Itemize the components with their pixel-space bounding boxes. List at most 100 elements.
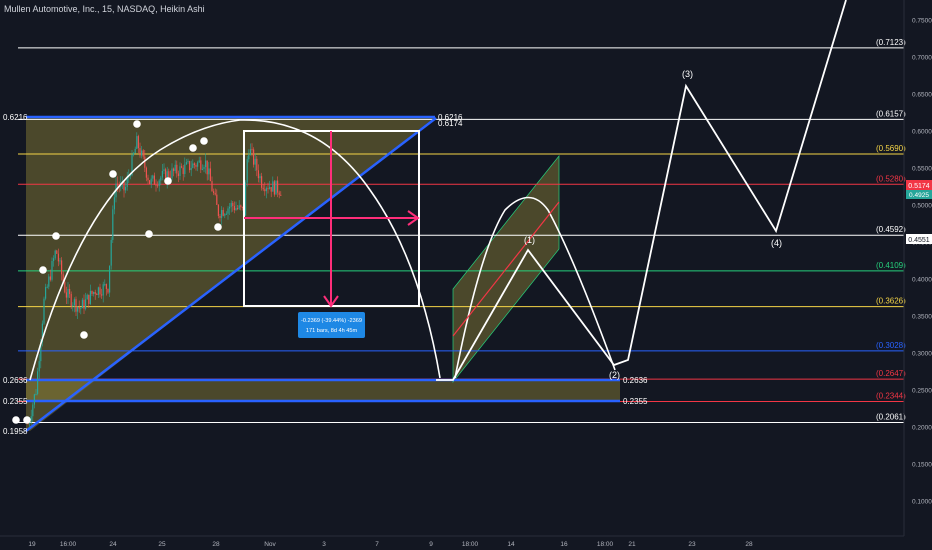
candle-body <box>86 294 88 300</box>
fib-label: (0.4109) <box>876 261 906 270</box>
measure-tooltip: -0.2369 (-39.44%) -2369 171 bars, 8d 4h … <box>298 312 365 338</box>
fib-labels: (0.7123) (0.6157) (0.5690) (0.5280) (0.4592)… <box>876 38 906 422</box>
candle-body <box>35 393 37 395</box>
candle-body <box>275 180 277 195</box>
candle-body <box>173 168 175 171</box>
time-tick: 9 <box>429 541 433 548</box>
candle-body <box>265 188 267 192</box>
target-label: 0.2636 <box>623 376 648 385</box>
wave-label-1: (1) <box>524 235 535 245</box>
fib-label: (0.5690) <box>876 144 906 153</box>
candle-body <box>43 298 45 324</box>
wave-label-3: (3) <box>682 69 693 79</box>
candle-body <box>32 404 34 417</box>
shaded-zones <box>26 117 620 431</box>
candle-body <box>177 173 179 177</box>
price-tick: 0.1500 <box>912 462 932 469</box>
candle-body <box>109 265 111 293</box>
candle-body <box>102 284 104 296</box>
wave-label-2: (2) <box>609 370 620 380</box>
candle-body <box>235 208 237 211</box>
measure-line-2: 171 bars, 8d 4h 45m <box>306 328 358 334</box>
price-tick: 0.7000 <box>912 55 932 62</box>
time-tick: 28 <box>212 541 220 548</box>
candle-body <box>137 136 139 149</box>
wave-dot <box>109 170 117 178</box>
candle-body <box>136 136 138 149</box>
time-tick: 19 <box>28 541 36 548</box>
price-tick: 0.4000 <box>912 277 932 284</box>
candle-body <box>97 287 99 295</box>
candle-body <box>81 299 83 309</box>
candle-body <box>222 210 224 216</box>
time-tick: 18:00 <box>462 541 479 548</box>
candle-body <box>259 176 261 179</box>
candle-body <box>49 276 51 280</box>
price-axis[interactable]: 0.7500 0.7000 0.6500 0.6000 0.5500 0.5000 0.45… <box>903 0 932 536</box>
candle-body <box>46 286 48 288</box>
fib-label: (0.2647) <box>876 369 906 378</box>
candle-body <box>67 288 69 298</box>
time-axis[interactable]: 19 16:00 24 25 28 Nov 3 7 9 18:00 14 16 18:00 21 23 28 <box>0 535 904 548</box>
candle-body <box>126 177 128 187</box>
candle-body <box>269 187 271 189</box>
candle-body <box>232 202 234 207</box>
candle-body <box>45 287 47 299</box>
candle-body <box>277 180 279 193</box>
candle-body <box>78 306 80 309</box>
current-price-sub-text: 0.4925 <box>909 192 929 199</box>
candle-body <box>88 294 90 304</box>
candle-body <box>261 176 263 188</box>
measure-line-1: -0.2369 (-39.44%) -2369 <box>301 318 362 324</box>
candle-body <box>150 178 152 185</box>
candle-body <box>225 213 227 215</box>
candle-body <box>229 206 231 209</box>
candle-body <box>248 155 250 160</box>
candle-body <box>72 305 74 307</box>
price-tick: 0.3000 <box>912 351 932 358</box>
chart-area[interactable]: Mullen Automotive, Inc., 15, NASDAQ, Hei… <box>0 0 932 550</box>
candle-body <box>254 158 256 165</box>
price-tick: 0.1000 <box>912 499 932 506</box>
candle-body <box>211 181 213 192</box>
time-tick: 16:00 <box>60 541 77 548</box>
wave-dot <box>189 144 197 152</box>
candle-body <box>56 250 58 254</box>
candle-body <box>262 187 264 190</box>
candle-body <box>59 260 61 262</box>
candle-body <box>123 181 125 191</box>
time-tick: 18:00 <box>597 541 614 548</box>
chart-canvas[interactable]: (0.7123) (0.6157) (0.5690) (0.5280) (0.4592)… <box>0 0 932 550</box>
price-tick: 0.2000 <box>912 425 932 432</box>
time-tick: Nov <box>264 541 276 548</box>
candle-body <box>272 181 274 192</box>
wave-dot <box>23 416 31 424</box>
candle-body <box>94 291 96 295</box>
candle-body <box>145 167 147 178</box>
candle-body <box>133 153 135 155</box>
price-tick: 0.5000 <box>912 203 932 210</box>
candle-body <box>213 191 215 193</box>
candle-body <box>139 148 141 156</box>
candle-body <box>80 308 82 310</box>
time-tick: 16 <box>560 541 568 548</box>
wave-dot <box>133 120 141 128</box>
candle-body <box>184 164 186 174</box>
channel-label: 0.6174 <box>438 119 463 128</box>
candle-body <box>53 258 55 261</box>
candle-body <box>160 177 162 181</box>
candle-body <box>217 204 219 216</box>
wave-labels: (1) (2) (3) (4) <box>524 69 782 380</box>
time-tick: 23 <box>688 541 696 548</box>
candle-body <box>89 290 91 304</box>
wave-dot <box>164 177 172 185</box>
candle-body <box>185 162 187 165</box>
price-badges: 0.5174 0.4925 0.4551 <box>906 180 932 244</box>
candle-body <box>125 186 127 191</box>
target-label: 0.2355 <box>623 397 648 406</box>
candle-body <box>245 182 247 216</box>
price-tick: 0.6000 <box>912 129 932 136</box>
time-tick: 25 <box>158 541 166 548</box>
candle-body <box>157 185 159 187</box>
fib-label: (0.6157) <box>876 109 906 118</box>
